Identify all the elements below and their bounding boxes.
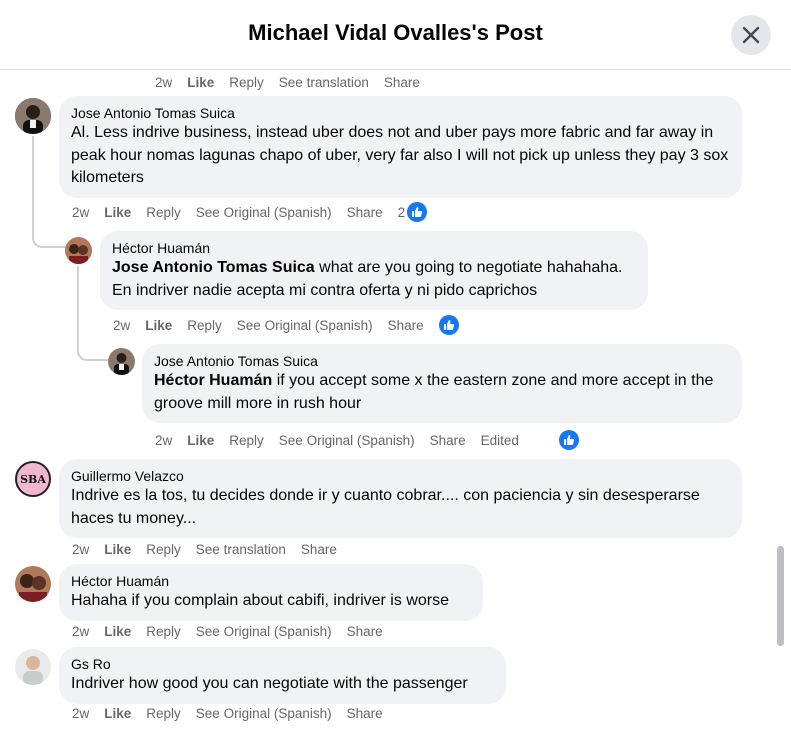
comment-time[interactable]: 2w [155,433,172,448]
comment-actions: 2w Like Reply See Original (Spanish) Sha… [155,430,594,450]
close-icon [742,26,760,44]
like-reaction-icon [407,202,428,222]
see-translation-button[interactable]: See translation [196,542,286,557]
like-button[interactable]: Like [104,624,131,639]
comment-bubble: Héctor Huamán Jose Antonio Tomas Suica w… [100,231,648,310]
comment-text: Indrive es la tos, tu decides donde ir y… [71,487,700,527]
person-avatar-icon [65,237,92,264]
comment-text: Héctor Huamán if you accept some x the e… [154,370,730,415]
comment-bubble: Héctor Huamán Hahaha if you complain abo… [59,564,483,621]
avatar[interactable] [15,566,51,602]
see-original-button[interactable]: See Original (Spanish) [279,433,415,448]
like-button[interactable]: Like [145,318,172,333]
reaction-count: 2 [397,204,406,220]
reaction-summary[interactable]: 2 [398,202,443,222]
reply-button[interactable]: Reply [146,205,181,220]
prev-comment-actions: 2w Like Reply See translation Share [155,72,435,92]
comment-actions: 2w Like Reply See Original (Spanish) Sha… [72,202,457,222]
comment-author[interactable]: Gs Ro [71,655,494,673]
comment-author[interactable]: Jose Antonio Tomas Suica [154,352,730,370]
comment-bubble: Jose Antonio Tomas Suica Al. Less indriv… [59,96,742,198]
avatar[interactable] [15,649,51,685]
see-original-button[interactable]: See Original (Spanish) [196,205,332,220]
avatar[interactable] [15,98,51,134]
comment-actions: 2w Like Reply See Original (Spanish) Sha… [72,621,398,641]
mention-link[interactable]: Héctor Huamán [154,372,272,389]
comment-time[interactable]: 2w [113,318,130,333]
comment-text: Hahaha if you complain about cabifi, ind… [71,592,449,609]
reply-button[interactable]: Reply [229,433,264,448]
avatar-label: SBA [20,472,46,486]
see-original-button[interactable]: See Original (Spanish) [196,706,332,721]
share-button[interactable]: Share [388,318,424,333]
comment-author[interactable]: Jose Antonio Tomas Suica [71,104,730,122]
mention-link[interactable]: Jose Antonio Tomas Suica [112,259,315,276]
person-avatar-icon [15,566,51,602]
like-button[interactable]: Like [104,205,131,220]
person-avatar-icon [15,649,51,685]
see-translation-button[interactable]: See translation [279,75,369,90]
comment-actions: 2w Like Reply See Original (Spanish) Sha… [113,315,474,335]
see-original-button[interactable]: See Original (Spanish) [196,624,332,639]
reply-button[interactable]: Reply [187,318,222,333]
comment-time[interactable]: 2w [72,624,89,639]
comment-author[interactable]: Héctor Huamán [112,239,636,257]
share-button[interactable]: Share [430,433,466,448]
reply-button[interactable]: Reply [146,706,181,721]
close-button[interactable] [731,15,771,55]
sba-logo-icon: SBA [17,463,49,495]
share-button[interactable]: Share [301,542,337,557]
comment-author[interactable]: Héctor Huamán [71,572,471,590]
avatar[interactable] [65,237,92,264]
reply-button[interactable]: Reply [146,542,181,557]
comment-bubble: Jose Antonio Tomas Suica Héctor Huamán i… [142,344,742,423]
page-title: Michael Vidal Ovalles's Post [248,20,543,45]
scrollbar-thumb[interactable] [777,546,784,646]
person-avatar-icon [15,98,51,134]
comment-time[interactable]: 2w [72,706,89,721]
like-reaction-icon[interactable] [558,430,579,450]
like-button[interactable]: Like [104,542,131,557]
comment-bubble: Guillermo Velazco Indrive es la tos, tu … [59,459,742,538]
comment-text: Indriver how good you can negotiate with… [71,675,468,692]
reply-button[interactable]: Reply [229,75,264,90]
like-button[interactable]: Like [187,75,214,90]
comment-actions: 2w Like Reply See Original (Spanish) Sha… [72,703,398,723]
avatar[interactable]: SBA [15,461,51,497]
comment-actions: 2w Like Reply See translation Share [72,539,352,559]
dialog-header: Michael Vidal Ovalles's Post [0,0,791,70]
avatar[interactable] [108,348,135,375]
reply-button[interactable]: Reply [146,624,181,639]
like-reaction-icon[interactable] [438,315,459,335]
comment-text: Al. Less indrive business, instead uber … [71,124,729,186]
comment-time[interactable]: 2w [72,542,89,557]
share-button[interactable]: Share [384,75,420,90]
share-button[interactable]: Share [347,205,383,220]
share-button[interactable]: Share [347,706,383,721]
person-avatar-icon [108,348,135,375]
see-original-button[interactable]: See Original (Spanish) [237,318,373,333]
comment-author[interactable]: Guillermo Velazco [71,467,730,485]
like-button[interactable]: Like [187,433,214,448]
share-button[interactable]: Share [347,624,383,639]
edited-label[interactable]: Edited [481,433,519,448]
like-button[interactable]: Like [104,706,131,721]
comment-time[interactable]: 2w [72,205,89,220]
comment-bubble: Gs Ro Indriver how good you can negotiat… [59,647,506,704]
comment-time[interactable]: 2w [155,75,172,90]
comment-text: Jose Antonio Tomas Suica what are you go… [112,257,636,302]
